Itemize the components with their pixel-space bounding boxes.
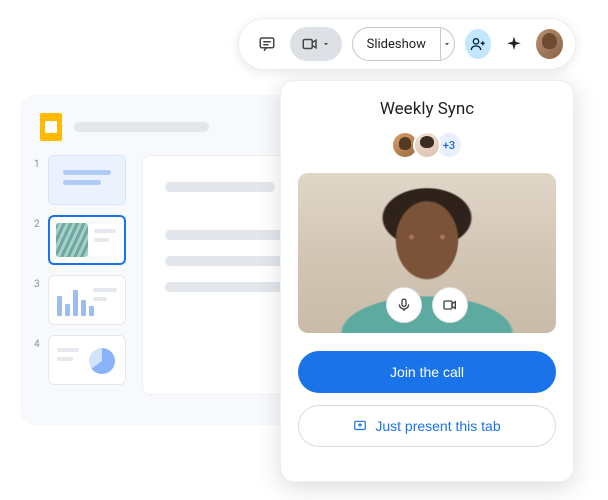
- slide-number: 2: [34, 215, 42, 230]
- chevron-down-icon: [321, 39, 331, 49]
- slide-number: 4: [34, 335, 42, 350]
- chevron-down-icon: [442, 39, 452, 49]
- camera-icon: [442, 297, 458, 313]
- slideshow-dropdown-button[interactable]: [440, 28, 454, 60]
- top-toolbar: Slideshow: [238, 18, 576, 70]
- camera-toggle-button[interactable]: [432, 287, 468, 323]
- participant-avatars: +3: [391, 131, 463, 159]
- slide-thumbnail-1[interactable]: [48, 155, 126, 205]
- slide-number: 3: [34, 275, 42, 290]
- slide-thumbnail-2[interactable]: [48, 215, 126, 265]
- slide-thumbnail-panel: 1 2 3: [34, 155, 126, 395]
- account-avatar[interactable]: [536, 29, 563, 59]
- slideshow-split-button: Slideshow: [352, 27, 455, 61]
- comment-history-button[interactable]: [255, 30, 280, 58]
- slideshow-button[interactable]: Slideshow: [353, 28, 440, 60]
- slides-logo-icon: [40, 113, 62, 141]
- slide-thumbnail-3[interactable]: [48, 275, 126, 325]
- video-controls: [386, 287, 468, 323]
- participant-avatar: [413, 131, 441, 159]
- microphone-toggle-button[interactable]: [386, 287, 422, 323]
- share-button[interactable]: [465, 29, 492, 59]
- document-title-placeholder: [74, 122, 209, 132]
- microphone-icon: [396, 297, 412, 313]
- person-add-icon: [470, 36, 486, 52]
- gemini-sparkle-button[interactable]: [501, 30, 526, 58]
- slide-number: 1: [34, 155, 42, 170]
- meet-camera-button[interactable]: [290, 27, 342, 61]
- present-icon: [353, 419, 367, 433]
- join-call-button[interactable]: Join the call: [298, 351, 556, 393]
- meet-join-card: Weekly Sync +3 Join the call Just presen…: [280, 80, 574, 482]
- present-tab-label: Just present this tab: [375, 418, 500, 434]
- present-tab-button[interactable]: Just present this tab: [298, 405, 556, 447]
- meeting-title: Weekly Sync: [380, 99, 474, 119]
- sparkle-icon: [505, 35, 523, 53]
- slide-thumbnail-4[interactable]: [48, 335, 126, 385]
- self-video-preview: [298, 173, 556, 333]
- camera-icon: [301, 35, 319, 53]
